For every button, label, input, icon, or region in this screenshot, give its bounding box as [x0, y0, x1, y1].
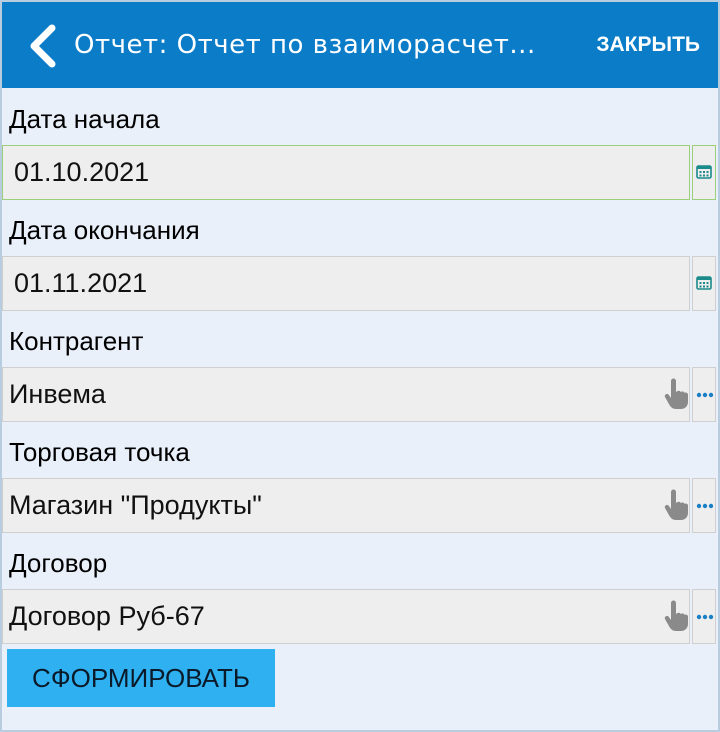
- more-dots-icon: [696, 614, 714, 620]
- close-button[interactable]: ЗАКРЫТЬ: [596, 2, 700, 88]
- calendar-icon: [696, 276, 712, 290]
- store-select-button[interactable]: [662, 488, 690, 522]
- chevron-left-icon: [30, 24, 56, 68]
- contract-label: Договор: [9, 548, 108, 578]
- page-title: Отчет: Отчет по взаиморасчет...: [74, 30, 536, 60]
- end-date-value: 01.11.2021: [14, 268, 148, 298]
- contract-value: Договор Руб-67: [9, 601, 205, 631]
- end-date-label: Дата окончания: [9, 215, 200, 245]
- hand-pointer-icon: [664, 600, 688, 631]
- store-label: Торговая точка: [9, 437, 190, 467]
- counterparty-label: Контрагент: [9, 326, 144, 356]
- start-date-calendar-button[interactable]: [692, 145, 716, 200]
- hand-pointer-icon: [664, 489, 688, 520]
- back-button[interactable]: [24, 24, 64, 68]
- contract-select-button[interactable]: [662, 599, 690, 633]
- start-date-value: 01.10.2021: [14, 157, 150, 187]
- store-more-button[interactable]: [692, 478, 716, 533]
- report-window: Отчет: Отчет по взаиморасчет... ЗАКРЫТЬ …: [0, 0, 720, 732]
- more-dots-icon: [696, 392, 714, 398]
- store-value: Магазин "Продукты": [9, 490, 262, 520]
- contract-field[interactable]: Договор Руб-67: [2, 589, 690, 644]
- counterparty-select-button[interactable]: [662, 377, 690, 411]
- counterparty-more-button[interactable]: [692, 367, 716, 422]
- end-date-calendar-button[interactable]: [692, 256, 716, 311]
- calendar-icon: [696, 165, 712, 179]
- counterparty-field[interactable]: Инвема: [2, 367, 690, 422]
- app-header: Отчет: Отчет по взаиморасчет... ЗАКРЫТЬ: [2, 2, 718, 88]
- hand-pointer-icon: [664, 378, 688, 409]
- start-date-field[interactable]: 01.10.2021: [2, 145, 690, 200]
- contract-more-button[interactable]: [692, 589, 716, 644]
- store-field[interactable]: Магазин "Продукты": [2, 478, 690, 533]
- end-date-field[interactable]: 01.11.2021: [2, 256, 690, 311]
- more-dots-icon: [696, 503, 714, 509]
- start-date-label: Дата начала: [9, 104, 160, 134]
- counterparty-value: Инвема: [9, 379, 106, 409]
- generate-report-button[interactable]: СФОРМИРОВАТЬ: [7, 649, 275, 707]
